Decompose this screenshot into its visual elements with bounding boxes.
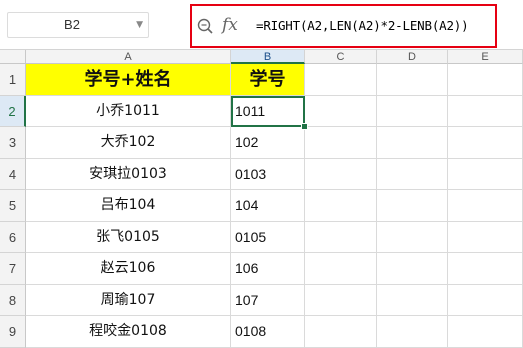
column-header-b[interactable]: B (231, 50, 305, 64)
empty-cell[interactable] (448, 253, 523, 285)
spreadsheet-grid[interactable]: ABCDE 1 学号+姓名 学号 2 小乔1011 1011 3 大乔102 102 4 安琪拉01… (0, 50, 523, 348)
cell-a5[interactable]: 吕布104 (26, 190, 231, 222)
cell-a9[interactable]: 程咬金0108 (26, 316, 231, 348)
formula-bar[interactable]: fx =RIGHT(A2,LEN(A2)*2-LENB(A2)) (190, 4, 497, 48)
cell-a2[interactable]: 小乔1011 (26, 95, 231, 127)
column-header-e[interactable]: E (448, 50, 523, 64)
row-header-7[interactable]: 7 (0, 253, 26, 285)
cell-b9[interactable]: 0108 (231, 316, 305, 348)
column-header-d[interactable]: D (377, 50, 448, 64)
cell-a4[interactable]: 安琪拉0103 (26, 158, 231, 190)
chevron-down-icon[interactable]: ▼ (136, 13, 143, 37)
empty-cell[interactable] (377, 127, 448, 159)
empty-cell[interactable] (305, 284, 377, 316)
empty-cell[interactable] (448, 158, 523, 190)
active-cell-border (231, 95, 305, 127)
name-box[interactable]: B2 ▼ (7, 12, 149, 38)
zoom-icon[interactable] (197, 18, 213, 34)
empty-cell[interactable] (448, 221, 523, 253)
empty-cell[interactable] (305, 221, 377, 253)
formula-input[interactable]: =RIGHT(A2,LEN(A2)*2-LENB(A2)) (256, 6, 469, 46)
empty-cell[interactable] (377, 253, 448, 285)
cell-a6[interactable]: 张飞0105 (26, 221, 231, 253)
fx-icon[interactable]: fx (222, 15, 238, 35)
cell-a3[interactable]: 大乔102 (26, 127, 231, 159)
header-cell-b[interactable]: 学号 (231, 64, 305, 96)
row-header-3[interactable]: 3 (0, 127, 26, 159)
fill-handle[interactable] (301, 123, 308, 130)
select-all-corner[interactable] (0, 50, 26, 64)
row-header-4[interactable]: 4 (0, 158, 26, 190)
empty-cell[interactable] (448, 95, 523, 127)
row-header-2[interactable]: 2 (0, 95, 26, 127)
empty-cell[interactable] (377, 221, 448, 253)
row-header-6[interactable]: 6 (0, 221, 26, 253)
empty-cell[interactable] (377, 190, 448, 222)
column-header-a[interactable]: A (26, 50, 231, 64)
row-header-8[interactable]: 8 (0, 284, 26, 316)
empty-cell[interactable] (377, 284, 448, 316)
header-cell-a[interactable]: 学号+姓名 (26, 64, 231, 96)
empty-cell[interactable] (377, 316, 448, 348)
empty-cell[interactable] (377, 64, 448, 96)
empty-cell[interactable] (305, 64, 377, 96)
empty-cell[interactable] (305, 190, 377, 222)
cell-b7[interactable]: 106 (231, 253, 305, 285)
empty-cell[interactable] (305, 316, 377, 348)
cell-a7[interactable]: 赵云106 (26, 253, 231, 285)
cell-b5[interactable]: 104 (231, 190, 305, 222)
empty-cell[interactable] (305, 127, 377, 159)
row-header-5[interactable]: 5 (0, 190, 26, 222)
name-box-value[interactable]: B2 (8, 13, 136, 37)
empty-cell[interactable] (305, 253, 377, 285)
empty-cell[interactable] (305, 95, 377, 127)
empty-cell[interactable] (377, 95, 448, 127)
empty-cell[interactable] (448, 284, 523, 316)
empty-cell[interactable] (377, 158, 448, 190)
cell-b8[interactable]: 107 (231, 284, 305, 316)
empty-cell[interactable] (448, 64, 523, 96)
empty-cell[interactable] (448, 316, 523, 348)
empty-cell[interactable] (448, 190, 523, 222)
empty-cell[interactable] (305, 158, 377, 190)
cell-b6[interactable]: 0105 (231, 221, 305, 253)
empty-cell[interactable] (448, 127, 523, 159)
cell-b4[interactable]: 0103 (231, 158, 305, 190)
cell-a8[interactable]: 周瑜107 (26, 284, 231, 316)
row-header-9[interactable]: 9 (0, 316, 26, 348)
column-header-c[interactable]: C (305, 50, 377, 64)
row-header-1[interactable]: 1 (0, 64, 26, 96)
cell-b3[interactable]: 102 (231, 127, 305, 159)
